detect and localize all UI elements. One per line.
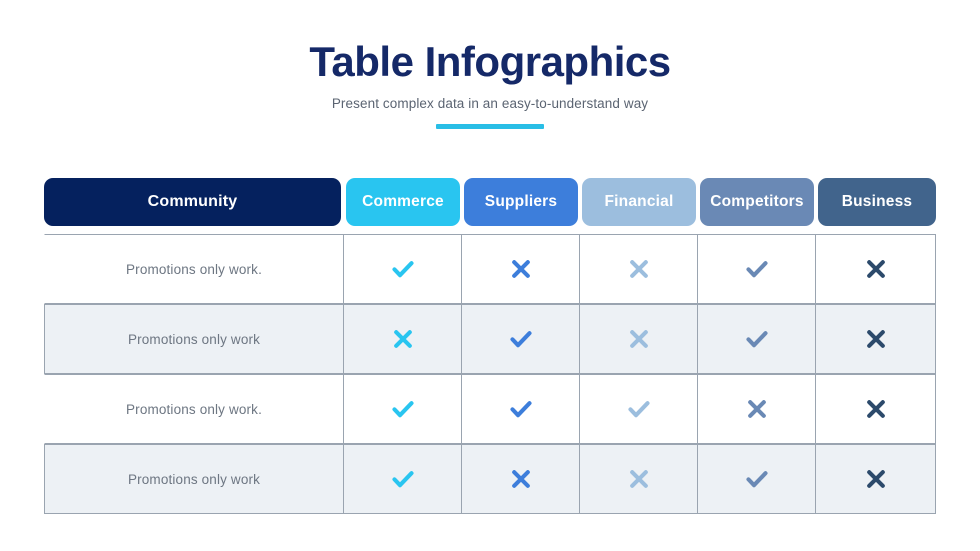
column-header-label: Suppliers	[484, 193, 558, 210]
row-label: Promotions only work.	[126, 261, 262, 277]
table-cell[interactable]	[462, 304, 580, 374]
table-cell[interactable]	[344, 234, 462, 304]
slide-header: Table Infographics Present complex data …	[0, 38, 980, 130]
table-cell[interactable]	[462, 444, 580, 514]
check-icon	[744, 466, 770, 492]
table: Community Commerce Suppliers Financial Compe…	[44, 178, 936, 514]
check-icon	[626, 396, 652, 422]
table-cell[interactable]	[816, 374, 936, 444]
header-spacer	[44, 226, 936, 234]
row-label-cell: Promotions only work.	[44, 234, 344, 304]
column-header-community[interactable]: Community	[44, 178, 341, 226]
column-header-label: Community	[147, 193, 238, 210]
table-cell[interactable]	[344, 304, 462, 374]
check-icon	[744, 326, 770, 352]
row-label: Promotions only work	[127, 331, 261, 347]
column-header-label: Commerce	[362, 193, 444, 210]
cross-icon	[626, 466, 652, 492]
cross-icon	[626, 256, 652, 282]
table-cell[interactable]	[462, 374, 580, 444]
table-cell[interactable]	[462, 234, 580, 304]
table-cell[interactable]	[698, 304, 816, 374]
column-header-suppliers[interactable]: Suppliers	[464, 178, 578, 226]
comparison-table: Community Commerce Suppliers Financial Compe…	[44, 178, 936, 514]
table-cell[interactable]	[698, 234, 816, 304]
accent-underline	[436, 124, 544, 130]
row-label: Promotions only work.	[126, 401, 262, 417]
cross-icon	[626, 326, 652, 352]
cross-icon	[508, 256, 534, 282]
table-row: Promotions only work.	[44, 374, 936, 444]
column-header-commerce[interactable]: Commerce	[346, 178, 460, 226]
check-icon	[390, 466, 416, 492]
table-row: Promotions only work	[44, 304, 936, 374]
check-icon	[508, 326, 534, 352]
column-header-competitors[interactable]: Competitors	[700, 178, 814, 226]
cross-icon	[390, 326, 416, 352]
row-label-cell: Promotions only work	[44, 444, 344, 514]
table-cell[interactable]	[816, 444, 936, 514]
table-cell[interactable]	[698, 374, 816, 444]
check-icon	[744, 256, 770, 282]
table-cell[interactable]	[344, 444, 462, 514]
table-cell[interactable]	[698, 444, 816, 514]
column-header-label: Business	[841, 193, 913, 210]
check-icon	[390, 256, 416, 282]
cross-icon	[508, 466, 534, 492]
row-label-cell: Promotions only work.	[44, 374, 344, 444]
table-cell[interactable]	[580, 374, 698, 444]
table-cell[interactable]	[816, 304, 936, 374]
table-cell[interactable]	[580, 234, 698, 304]
page-subtitle: Present complex data in an easy-to-under…	[331, 96, 649, 112]
check-icon	[390, 396, 416, 422]
column-header-label: Financial	[604, 193, 674, 210]
table-header-row: Community Commerce Suppliers Financial Compe…	[44, 178, 936, 226]
table-cell[interactable]	[344, 374, 462, 444]
table-cell[interactable]	[580, 444, 698, 514]
row-label: Promotions only work	[127, 471, 261, 487]
cross-icon	[863, 466, 889, 492]
column-header-label: Competitors	[710, 193, 804, 210]
row-label-cell: Promotions only work	[44, 304, 344, 374]
slide-canvas: Table Infographics Present complex data …	[0, 0, 980, 551]
page-title: Table Infographics	[309, 38, 671, 85]
table-row: Promotions only work.	[44, 234, 936, 304]
table-cell[interactable]	[816, 234, 936, 304]
column-header-financial[interactable]: Financial	[582, 178, 696, 226]
cross-icon	[863, 326, 889, 352]
table-cell[interactable]	[580, 304, 698, 374]
column-header-business[interactable]: Business	[818, 178, 936, 226]
cross-icon	[744, 396, 770, 422]
header-spacer-cell	[44, 226, 936, 234]
cross-icon	[863, 396, 889, 422]
table-row: Promotions only work	[44, 444, 936, 514]
cross-icon	[863, 256, 889, 282]
check-icon	[508, 396, 534, 422]
